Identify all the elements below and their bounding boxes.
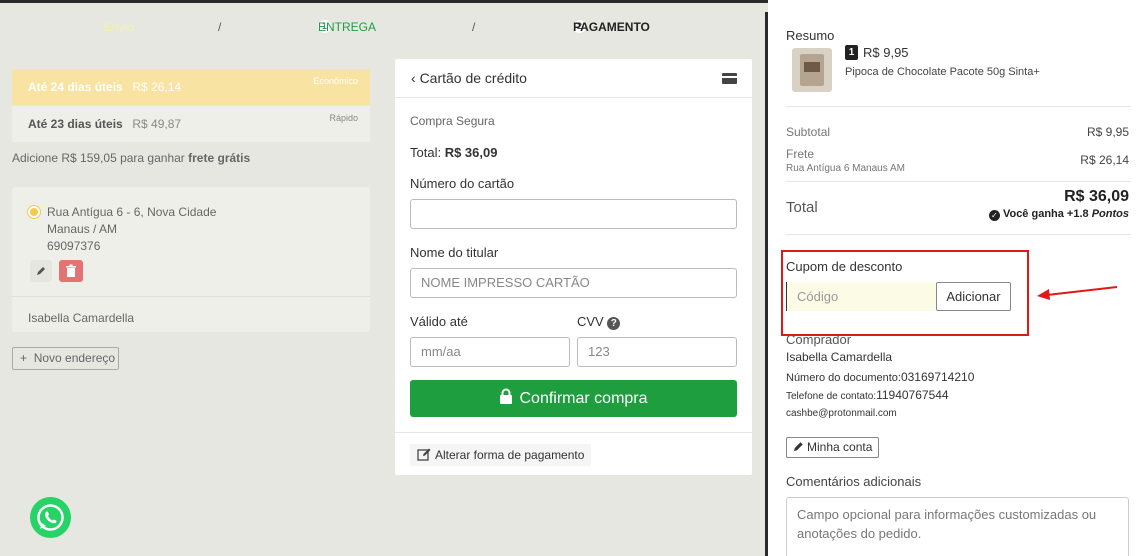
my-account-label: Minha conta: [807, 440, 873, 454]
credit-card-icon: [722, 73, 737, 84]
address-card[interactable]: Rua Antígua 6 - 6, Nova Cidade Manaus / …: [12, 187, 370, 332]
expiry-label: Válido até: [410, 314, 468, 329]
summary-title: Resumo: [786, 28, 835, 43]
item-quantity-badge: 1: [845, 45, 858, 60]
shipping-option-economico[interactable]: Até 24 dias úteis R$ 26,14 Econômico: [12, 69, 370, 105]
free-shipping-text: Adicione R$ 159,05 para ganhar: [12, 151, 189, 165]
comments-textarea[interactable]: Campo opcional para informações customiz…: [786, 497, 1129, 556]
shipping-option-price: R$ 26,14: [132, 80, 182, 94]
pencil-icon: [794, 442, 803, 451]
shipping-option-rapido[interactable]: Até 23 dias úteis R$ 49,87 Rápido: [12, 106, 370, 142]
shipping-option-name: Até 23 dias úteis: [28, 117, 123, 131]
buyer-name: Isabella Camardella: [786, 350, 893, 364]
buyer-phone: Telefone de contato:11940767544: [786, 388, 949, 402]
payment-title: Cartão de crédito: [419, 70, 527, 86]
delete-address-button[interactable]: [59, 260, 83, 282]
buyer-document-label: Número do documento:: [786, 372, 901, 384]
expiry-input[interactable]: mm/aa: [410, 337, 570, 367]
confirm-purchase-button[interactable]: Confirmar compra: [410, 380, 737, 417]
shipping-option-name: Até 24 dias úteis: [28, 80, 123, 94]
lock-icon: [500, 388, 513, 404]
address-recipient: Isabella Camardella: [28, 311, 135, 325]
secure-text: Compra Segura: [410, 114, 495, 128]
buyer-email: cashbe@protonmail.com: [786, 408, 897, 419]
card-number-label: Número do cartão: [410, 176, 515, 191]
freight-label: Frete: [786, 147, 815, 161]
help-icon[interactable]: ?: [607, 317, 621, 330]
radio-selected-icon[interactable]: [28, 206, 40, 218]
buyer-phone-value: 11940767544: [876, 388, 949, 402]
points-info: ✓ Você ganha +1.8 Pontos: [988, 208, 1129, 221]
item-name: Pipoca de Chocolate Pacote 50g Sinta+: [845, 66, 1040, 78]
shipping-option-price: R$ 49,87: [132, 117, 182, 131]
holder-name-input[interactable]: NOME IMPRESSO CARTÃO: [410, 268, 737, 298]
divider: [395, 97, 752, 98]
payment-total-value: R$ 36,09: [444, 145, 498, 160]
cvv-input[interactable]: 123: [577, 337, 737, 367]
subtotal-label: Subtotal: [786, 125, 831, 139]
address-zip: 69097376: [47, 239, 101, 253]
confirm-purchase-label: Confirmar compra: [519, 390, 648, 407]
buyer-phone-label: Telefone de contato:: [786, 391, 877, 402]
holder-label: Nome do titular: [410, 245, 499, 260]
total-label: Total: [786, 199, 818, 216]
annotation-arrow-icon: [1037, 286, 1118, 300]
product-image: [792, 48, 832, 92]
divider: [395, 432, 752, 433]
shipping-option-tag: Econômico: [313, 76, 358, 86]
free-shipping-notice: Adicione R$ 159,05 para ganhar frete grá…: [12, 151, 250, 165]
payment-header: ‹ Cartão de crédito: [411, 70, 527, 86]
cvv-label-wrap: CVV ?: [577, 314, 621, 330]
step-separator: /: [472, 20, 476, 34]
new-address-button[interactable]: + Novo endereço: [12, 347, 119, 370]
new-address-label: Novo endereço: [33, 351, 116, 365]
item-price: R$ 9,95: [863, 45, 909, 60]
comments-label: Comentários adicionais: [786, 474, 922, 489]
freight-address: Rua Antígua 6 Manaus AM: [786, 163, 905, 174]
card-number-input[interactable]: [410, 199, 737, 229]
divider: [786, 106, 1131, 107]
my-account-button[interactable]: Minha conta: [786, 437, 880, 458]
step-label: PAGAMENTO: [573, 20, 650, 34]
change-payment-button[interactable]: Alterar forma de pagamento: [410, 444, 592, 466]
edit-icon: [417, 448, 431, 461]
shipping-panel: Até 24 dias úteis R$ 26,14 Econômico Até…: [0, 0, 380, 556]
buyer-document-value: 03169714210: [900, 370, 975, 384]
payment-total-label: Total:: [410, 145, 445, 160]
buyer-document: Número do documento:03169714210: [786, 370, 974, 384]
address-line1: Rua Antígua 6 - 6, Nova Cidade: [47, 205, 217, 219]
divider: [786, 234, 1131, 235]
free-shipping-bold: frete grátis: [188, 151, 251, 165]
divider: [786, 181, 1131, 182]
address-line2: Manaus / AM: [47, 222, 118, 236]
freight-value: R$ 26,14: [1080, 153, 1129, 167]
total-value: R$ 36,09: [1064, 188, 1129, 205]
change-payment-label: Alterar forma de pagamento: [435, 448, 585, 462]
pencil-icon: [37, 267, 45, 275]
subtotal-value: R$ 9,95: [1086, 125, 1129, 139]
whatsapp-button[interactable]: [30, 497, 71, 538]
whatsapp-icon: [37, 504, 64, 531]
payment-card: ‹ Cartão de crédito Compra Segura Total:…: [395, 59, 752, 475]
check-circle-icon: ✓: [988, 210, 1000, 221]
address-text: Rua Antígua 6 - 6, Nova Cidade Manaus / …: [47, 204, 216, 255]
cvv-label: CVV: [577, 314, 604, 329]
points-text: Você ganha +1.8: [1002, 208, 1092, 220]
divider: [12, 296, 370, 297]
plus-icon: +: [20, 351, 28, 365]
edit-address-button[interactable]: [30, 260, 52, 282]
payment-total: Total: R$ 36,09: [410, 145, 497, 160]
trash-icon: [66, 264, 76, 277]
chevron-left-icon[interactable]: ‹: [411, 70, 416, 86]
annotation-highlight-box: [781, 250, 1029, 336]
points-word: Pontos: [1091, 208, 1129, 220]
shipping-option-tag: Rápido: [329, 113, 358, 123]
